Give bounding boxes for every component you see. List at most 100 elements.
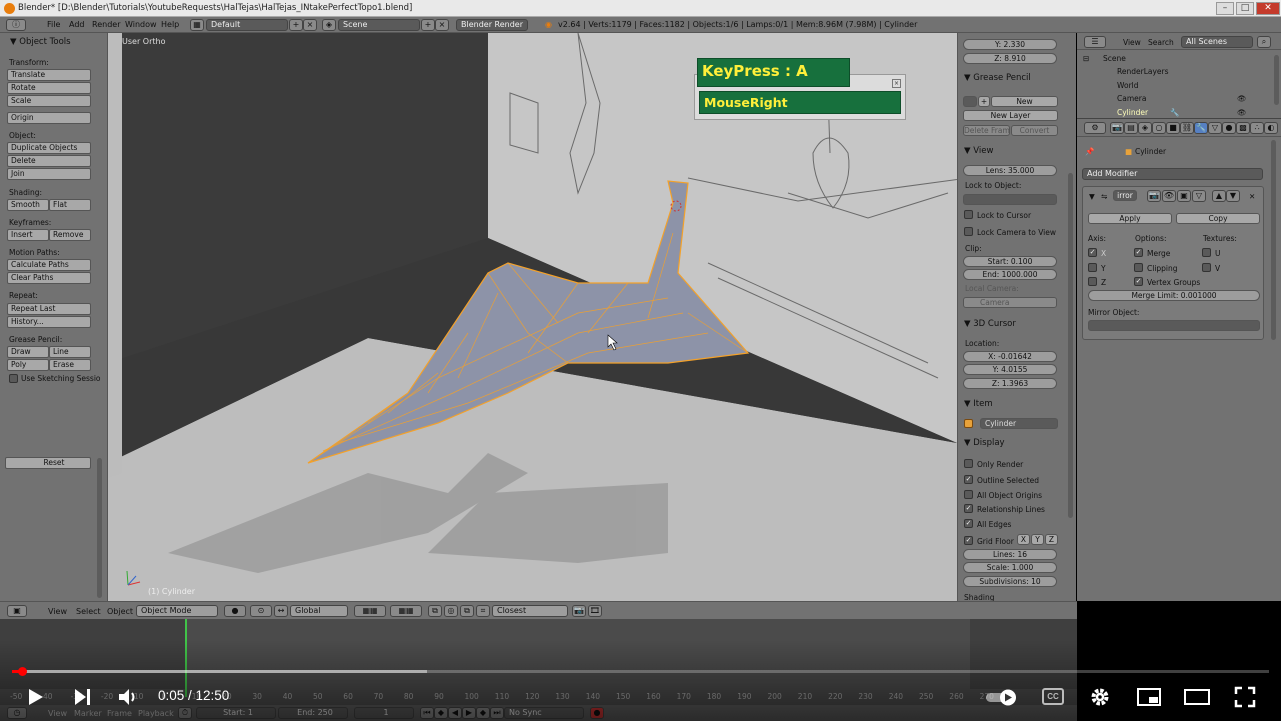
vertex-groups-checkbox[interactable]: ✓ — [1134, 277, 1143, 286]
scene-tab-icon[interactable]: ◈ — [1138, 122, 1152, 134]
start-frame-field[interactable]: Start: 1 — [196, 707, 276, 719]
camera-visibility-icon[interactable]: 👁 — [1237, 94, 1247, 103]
current-frame-field[interactable]: 1 — [354, 707, 414, 719]
copy-modifier-button[interactable]: Copy — [1176, 213, 1260, 224]
jump-start-icon[interactable]: ⏮ — [420, 707, 434, 719]
display-header[interactable]: ▼ Display — [964, 438, 1005, 448]
modifier-name-field[interactable]: irror — [1113, 190, 1137, 201]
autoplay-toggle-icon[interactable] — [985, 688, 1019, 706]
manipulator-toggle-icon[interactable]: ↔ — [274, 605, 288, 617]
outliner-item-camera[interactable]: Camera — [1117, 94, 1146, 103]
editor-type-icon[interactable]: ⓘ — [6, 19, 26, 31]
view-header[interactable]: ▼ View — [964, 146, 993, 156]
axis-x-checkbox[interactable]: ✓ — [1088, 248, 1097, 257]
menu-file[interactable]: File — [47, 20, 60, 29]
add-layout-button[interactable]: + — [289, 19, 303, 31]
remove-keyframe-button[interactable]: Remove — [49, 229, 91, 241]
axis-y-checkbox[interactable] — [1088, 263, 1097, 272]
gp-erase-button[interactable]: Erase — [49, 359, 91, 371]
scene-layers-grid-2[interactable]: ▦▦ — [390, 605, 422, 617]
object-tools-header[interactable]: ▼ Object Tools — [10, 37, 71, 47]
outliner-item-renderlayers[interactable]: RenderLayers — [1117, 67, 1169, 76]
data-tab-icon[interactable]: ▽ — [1208, 122, 1222, 134]
remove-scene-button[interactable]: × — [435, 19, 449, 31]
grid-lines-field[interactable]: Lines: 16 — [963, 549, 1057, 560]
grid-x-toggle[interactable]: X — [1017, 534, 1030, 545]
maximize-button[interactable]: □ — [1236, 2, 1254, 15]
miniplayer-icon[interactable] — [1137, 688, 1161, 706]
play-reverse-icon[interactable]: ◀ — [448, 707, 462, 719]
lock-to-cursor-checkbox[interactable] — [964, 210, 973, 219]
move-modifier-up-icon[interactable]: ▲ — [1212, 190, 1226, 202]
lock-object-field[interactable] — [963, 194, 1057, 205]
gp-datablock-icon[interactable] — [963, 96, 977, 107]
local-camera-field[interactable]: Camera — [963, 297, 1057, 308]
modifier-cage-toggle[interactable]: ▽ — [1192, 190, 1206, 202]
gp-new-plus-icon[interactable]: + — [978, 96, 990, 107]
modifier-render-toggle[interactable]: 📷 — [1147, 190, 1161, 202]
convert-button[interactable]: Convert — [1011, 125, 1058, 136]
scene-layers-grid[interactable]: ▦▦ — [354, 605, 386, 617]
sync-mode-select[interactable]: No Sync — [504, 707, 584, 719]
material-tab-icon[interactable]: ● — [1222, 122, 1236, 134]
grid-subdivisions-field[interactable]: Subdivisions: 10 — [963, 576, 1057, 587]
jump-end-icon[interactable]: ⏭ — [490, 707, 504, 719]
clipping-checkbox[interactable] — [1134, 263, 1143, 272]
timeline-view-menu[interactable]: View — [48, 709, 67, 718]
volume-icon[interactable] — [117, 687, 141, 707]
cursor-z-field[interactable]: Z: 1.3963 — [963, 378, 1057, 389]
add-modifier-select[interactable]: Add Modifier — [1082, 168, 1263, 180]
gp-poly-button[interactable]: Poly — [7, 359, 49, 371]
collapse-modifier-icon[interactable]: ▼ — [1089, 192, 1095, 201]
render-tab-icon[interactable]: 📷 — [1110, 122, 1124, 134]
render-layers-tab-icon[interactable]: ▤ — [1124, 122, 1138, 134]
menu-add[interactable]: Add — [69, 20, 85, 29]
npanel-scrollbar[interactable] — [1068, 173, 1073, 518]
particles-tab-icon[interactable]: ∴ — [1250, 122, 1264, 134]
current-frame-indicator[interactable] — [185, 619, 187, 697]
cylinder-visibility-icon[interactable]: 👁 — [1237, 108, 1247, 117]
preview-range-icon[interactable]: ⏱ — [178, 707, 192, 719]
constraints-tab-icon[interactable]: ⛓ — [1180, 122, 1194, 134]
join-button[interactable]: Join — [7, 168, 91, 180]
snap-toggle-icon[interactable]: ⧉ — [460, 605, 474, 617]
fullscreen-icon[interactable] — [1234, 686, 1256, 708]
delete-button[interactable]: Delete — [7, 155, 91, 167]
flat-button[interactable]: Flat — [49, 199, 91, 211]
reset-button[interactable]: Reset — [5, 457, 91, 469]
outliner-editor-type-icon[interactable]: ☰ — [1084, 36, 1106, 48]
3d-cursor-header[interactable]: ▼ 3D Cursor — [964, 319, 1016, 329]
texture-tab-icon[interactable]: ▩ — [1236, 122, 1250, 134]
apply-modifier-button[interactable]: Apply — [1088, 213, 1172, 224]
texture-v-checkbox[interactable] — [1202, 263, 1211, 272]
axis-z-checkbox[interactable] — [1088, 277, 1097, 286]
item-name-field[interactable]: Cylinder — [980, 418, 1058, 429]
calculate-paths-button[interactable]: Calculate Paths — [7, 259, 91, 271]
expand-scene-icon[interactable]: ⊟ — [1083, 54, 1089, 63]
timeline-marker-menu[interactable]: Marker — [74, 709, 102, 718]
scene-field[interactable]: Scene — [338, 19, 420, 31]
next-video-icon[interactable] — [72, 687, 94, 707]
only-render-checkbox[interactable] — [964, 459, 973, 468]
close-window-button[interactable]: ✕ — [1256, 2, 1280, 15]
repeat-last-button[interactable]: Repeat Last — [7, 303, 91, 315]
theater-mode-icon[interactable] — [1184, 688, 1210, 706]
lock-layers-icon[interactable]: ⧉ — [428, 605, 442, 617]
rotate-button[interactable]: Rotate — [7, 82, 91, 94]
outliner-search-icon[interactable]: ⌕ — [1257, 36, 1271, 48]
properties-scrollbar[interactable] — [1271, 140, 1276, 340]
prev-keyframe-icon[interactable]: ◆ — [434, 707, 448, 719]
snap-element-icon[interactable]: ⌗ — [476, 605, 490, 617]
outliner-item-scene[interactable]: Scene — [1103, 54, 1126, 63]
outliner-search-menu[interactable]: Search — [1148, 38, 1174, 47]
origin-button[interactable]: Origin — [7, 112, 91, 124]
snap-target-select[interactable]: Closest — [492, 605, 568, 617]
grease-pencil-header[interactable]: ▼ Grease Pencil — [964, 73, 1031, 83]
opengl-anim-icon[interactable]: 🎞 — [588, 605, 602, 617]
outliner-scrollbar[interactable] — [1274, 55, 1279, 105]
play-button-icon[interactable] — [24, 686, 46, 708]
add-scene-button[interactable]: + — [421, 19, 435, 31]
location-z-field[interactable]: Z: 8.910 — [963, 53, 1057, 64]
item-header[interactable]: ▼ Item — [964, 399, 993, 409]
modifiers-tab-icon[interactable]: 🔧 — [1194, 122, 1208, 134]
